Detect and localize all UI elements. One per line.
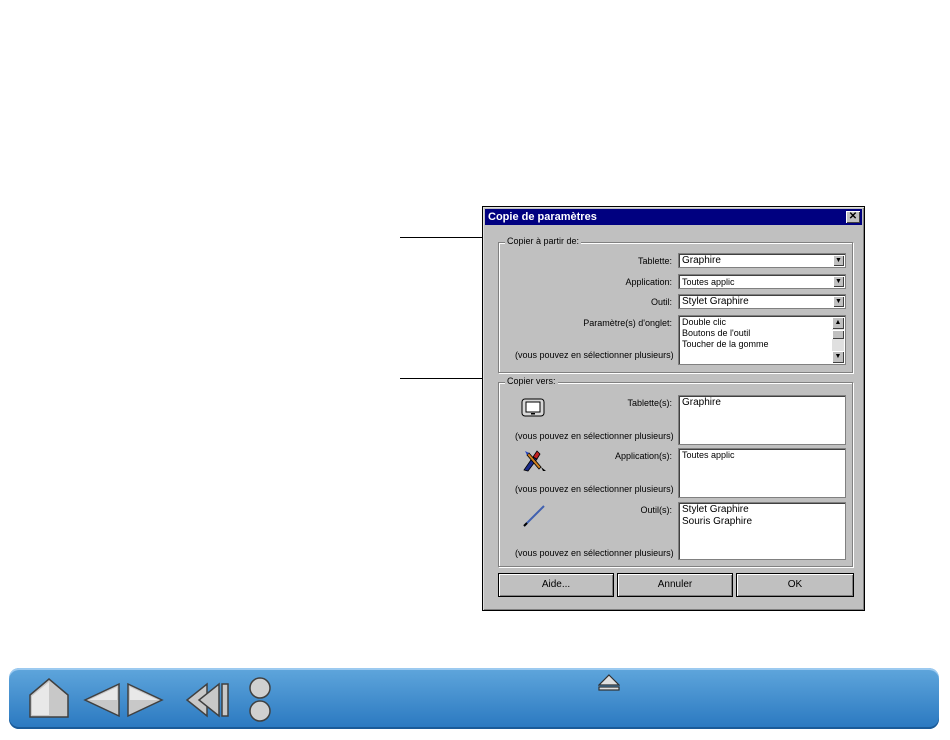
source-tablet-value: Graphire xyxy=(682,255,721,266)
tab-settings-label: Paramètre(s) d'onglet: xyxy=(583,318,672,328)
back-icon[interactable] xyxy=(185,682,231,718)
list-item[interactable]: Graphire xyxy=(682,397,721,408)
copy-to-group: Copier vers: Tablette(s): Graphire (vous… xyxy=(498,376,853,567)
scroll-down-icon[interactable]: ▼ xyxy=(832,351,844,363)
source-tool-label: Outil: xyxy=(650,297,672,307)
chevron-down-icon[interactable]: ▼ xyxy=(833,276,844,287)
source-application-dropdown[interactable]: Toutes applic ▼ xyxy=(678,274,846,289)
close-button[interactable]: ✕ xyxy=(846,211,860,223)
scroll-thumb[interactable] xyxy=(832,330,844,339)
list-item[interactable]: Stylet Graphire xyxy=(682,504,749,515)
copy-from-legend: Copier à partir de: xyxy=(505,236,582,246)
target-applications-multi-note: (vous pouvez en sélectionner plusieurs) xyxy=(515,484,674,494)
target-tools-multi-note: (vous pouvez en sélectionner plusieurs) xyxy=(515,548,674,558)
target-applications-listbox[interactable]: Toutes applic xyxy=(678,448,846,498)
list-item[interactable]: Toutes applic xyxy=(682,450,735,460)
next-page-icon[interactable] xyxy=(126,682,164,718)
home-icon[interactable] xyxy=(27,677,71,719)
cancel-button[interactable]: Annuler xyxy=(617,573,733,597)
chevron-down-icon[interactable]: ▼ xyxy=(833,255,844,266)
contents-index-icon[interactable] xyxy=(247,676,273,724)
list-item[interactable]: Souris Graphire xyxy=(682,516,752,527)
source-application-value: Toutes applic xyxy=(682,277,735,287)
target-tablets-label: Tablette(s): xyxy=(627,398,672,408)
source-tablet-label: Tablette: xyxy=(637,256,672,266)
list-item[interactable]: Double clic xyxy=(682,317,726,327)
target-tools-listbox[interactable]: Stylet Graphire Souris Graphire xyxy=(678,502,846,560)
source-tablet-dropdown[interactable]: Graphire ▼ xyxy=(678,253,846,268)
source-tool-value: Stylet Graphire xyxy=(682,296,749,307)
tab-settings-listbox[interactable]: Double clic Boutons de l'outil Toucher d… xyxy=(678,315,846,365)
copy-settings-dialog: Copie de paramètres ✕ Copier à partir de… xyxy=(482,206,865,611)
dialog-title: Copie de paramètres xyxy=(488,211,597,223)
source-tool-dropdown[interactable]: Stylet Graphire ▼ xyxy=(678,294,846,309)
pen-icon xyxy=(523,505,545,527)
source-application-label: Application: xyxy=(625,277,672,287)
eject-icon[interactable] xyxy=(598,674,620,694)
previous-page-icon[interactable] xyxy=(83,682,121,718)
copy-from-multi-note: (vous pouvez en sélectionner plusieurs) xyxy=(515,350,674,360)
applications-icon xyxy=(523,450,546,472)
tablet-icon xyxy=(521,398,545,417)
target-tablets-listbox[interactable]: Graphire xyxy=(678,395,846,445)
list-item[interactable]: Boutons de l'outil xyxy=(682,328,750,338)
list-item[interactable]: Toucher de la gomme xyxy=(682,339,769,349)
target-tablets-multi-note: (vous pouvez en sélectionner plusieurs) xyxy=(515,431,674,441)
close-icon: ✕ xyxy=(848,211,858,222)
copy-to-legend: Copier vers: xyxy=(505,376,558,386)
scroll-up-icon[interactable]: ▲ xyxy=(832,317,844,329)
dialog-titlebar: Copie de paramètres ✕ xyxy=(485,209,862,225)
target-tools-label: Outil(s): xyxy=(640,505,673,515)
copy-from-group: Copier à partir de: Tablette: Graphire ▼… xyxy=(498,236,853,373)
chevron-down-icon[interactable]: ▼ xyxy=(833,296,844,307)
tab-settings-scrollbar[interactable]: ▲ ▼ xyxy=(832,317,844,363)
target-applications-label: Application(s): xyxy=(614,451,672,461)
navigation-bar xyxy=(9,668,939,729)
ok-button[interactable]: OK xyxy=(736,573,854,597)
help-button[interactable]: Aide... xyxy=(498,573,614,597)
